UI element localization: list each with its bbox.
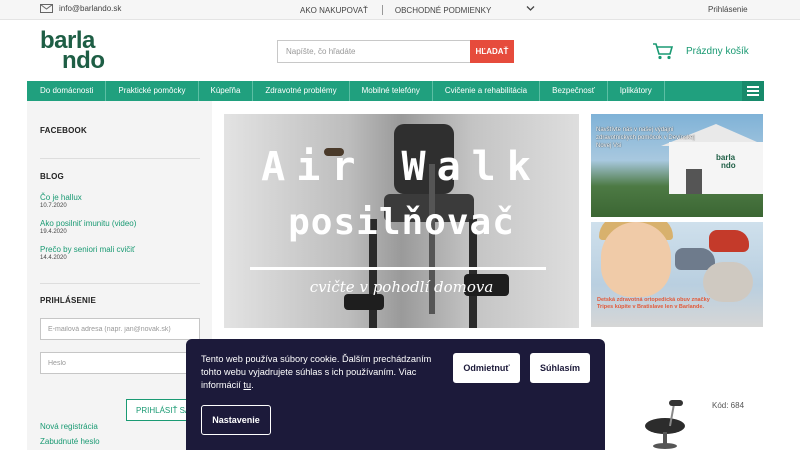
blog-post-link[interactable]: Čo je hallux (40, 193, 82, 202)
hero-banner[interactable]: Air Walk posilňovač cvičte v pohodlí dom… (224, 114, 579, 328)
nav-item-safety[interactable]: Bezpečnosť (540, 81, 608, 101)
blog-post-link[interactable]: Prečo by seniori mali cvičiť (40, 245, 135, 254)
store-visit-caption: Navštívte nás v našej výdajni zdravotníc… (596, 127, 695, 149)
store-logo: barla ndo (716, 153, 736, 170)
site-logo[interactable]: barla ndo (40, 29, 130, 74)
kids-shoes-banner[interactable]: Detská zdravotná ortopedická obuv značky… (591, 222, 763, 327)
cart[interactable]: Prázdny košík (652, 42, 749, 60)
cookie-info-link[interactable]: tu (243, 380, 251, 390)
blog-post-link[interactable]: Ako posilniť imunitu (video) (40, 219, 136, 228)
bunny-image (703, 262, 753, 302)
blog-post-date: 10.7.2020 (40, 203, 67, 209)
blog-title: BLOG (40, 172, 64, 181)
banner-title-line1: Air Walk (261, 144, 542, 190)
chevron-down-icon[interactable] (526, 5, 535, 12)
blog-post-date: 14.4.2020 (40, 255, 67, 261)
menu-icon[interactable] (742, 81, 764, 101)
search-button[interactable]: HĽADAŤ (470, 40, 514, 63)
sidebar: FACEBOOK BLOG Čo je hallux 10.7.2020 Ako… (27, 101, 212, 450)
banner-title-line2: posilňovač (288, 202, 515, 243)
blog-post-date: 19.4.2020 (40, 229, 67, 235)
envelope-icon (40, 4, 53, 13)
child-image (601, 222, 671, 297)
nav-item-household[interactable]: Do domácnosti (27, 81, 107, 101)
search-bar: HĽADAŤ (277, 40, 514, 63)
search-input[interactable] (277, 40, 470, 63)
nav-item-exercise[interactable]: Cvičenie a rehabilitácia (433, 81, 541, 101)
facebook-title: FACEBOOK (40, 126, 87, 135)
cookie-banner: Tento web používa súbory cookie. Ďalším … (186, 339, 605, 450)
terms-link[interactable]: OBCHODNÉ PODMIENKY (395, 6, 491, 15)
nav-item-health-problems[interactable]: Zdravotné problémy (253, 81, 350, 101)
register-link[interactable]: Nová registrácia (40, 422, 98, 431)
product-code: Kód: 684 (712, 401, 745, 410)
main-nav: Do domácnosti Praktické pomôcky Kúpeľňa … (27, 81, 764, 101)
password-field[interactable] (40, 352, 200, 374)
accept-button[interactable]: Súhlasím (530, 353, 590, 383)
product-image[interactable] (640, 396, 690, 450)
top-bar: info@barlando.sk AKO NAKUPOVAŤ OBCHODNÉ … (0, 0, 800, 20)
store-visit-banner[interactable]: barla ndo Navštívte nás v našej výdajni … (591, 114, 763, 217)
divider (40, 158, 200, 159)
cart-label: Prázdny košík (686, 45, 749, 57)
nav-item-bathroom[interactable]: Kúpeľňa (199, 81, 254, 101)
banner-divider (250, 267, 546, 270)
nav-item-applicators[interactable]: Iplikátory (608, 81, 665, 101)
decline-button[interactable]: Odmietnuť (453, 353, 520, 383)
email-contact[interactable]: info@barlando.sk (40, 4, 121, 13)
separator (381, 5, 383, 15)
email-field[interactable] (40, 318, 200, 340)
banner-subtitle: cvičte v pohodlí domova (309, 278, 494, 296)
settings-button[interactable]: Nastavenie (201, 405, 271, 435)
cart-icon (653, 43, 674, 60)
logo-text-line2: ndo (62, 47, 105, 74)
cookie-text: Tento web používa súbory cookie. Ďalším … (201, 354, 432, 390)
login-title: PRIHLÁSENIE (40, 296, 96, 305)
email-text: info@barlando.sk (59, 4, 122, 13)
how-to-buy-link[interactable]: AKO NAKUPOVAŤ (300, 6, 368, 15)
kids-shoes-caption: Detská zdravotná ortopedická obuv značky… (597, 297, 710, 310)
top-login-link[interactable]: Prihlásenie (708, 5, 748, 14)
shoe-image (709, 230, 749, 252)
divider (40, 283, 200, 284)
nav-item-practical-aids[interactable]: Praktické pomôcky (106, 81, 199, 101)
forgot-password-link[interactable]: Zabudnuté heslo (40, 437, 100, 446)
nav-item-mobile-phones[interactable]: Mobilné telefóny (350, 81, 433, 101)
